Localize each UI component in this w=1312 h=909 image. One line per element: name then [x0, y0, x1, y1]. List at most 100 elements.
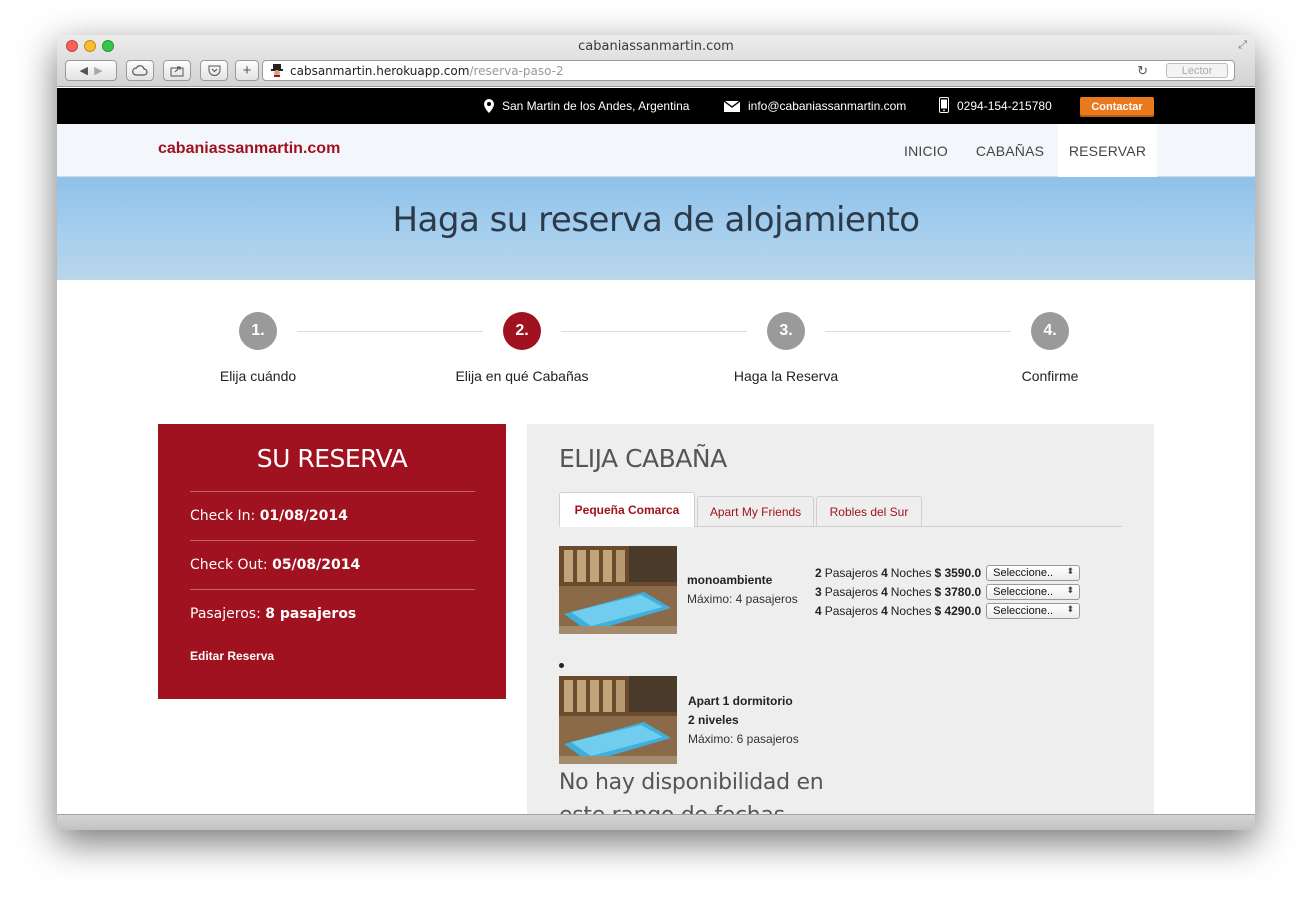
- guests-row: Pasajeros: 8 pasajeros: [190, 589, 475, 622]
- pocket-icon: [208, 65, 220, 76]
- step-4-label: Confirme: [1021, 368, 1079, 384]
- step-1-circle: 1.: [239, 312, 277, 350]
- nights-word: Noches: [890, 565, 932, 580]
- url-path: /reserva-paso-2: [469, 64, 564, 78]
- price-value: $ 4290.0: [934, 603, 982, 618]
- no-availability-message: No hay disponibilidad en este rango de f…: [559, 770, 824, 814]
- reservation-title: SU RESERVA: [256, 444, 408, 473]
- checkin-label: Check In:: [190, 508, 260, 524]
- quantity-select[interactable]: Seleccione..: [986, 564, 1081, 581]
- guests-value: 8 pasajeros: [265, 606, 357, 622]
- room-name: monoambiente: [687, 573, 773, 587]
- page-title: Haga su reserva de alojamiento: [392, 200, 920, 240]
- page-hero: Haga su reserva de alojamiento: [57, 177, 1255, 280]
- checkout-row: Check Out: 05/08/2014: [190, 540, 475, 573]
- guests-count: 4: [815, 603, 822, 618]
- envelope-icon: [724, 100, 740, 112]
- share-button[interactable]: [163, 60, 191, 81]
- back-forward-buttons[interactable]: ◀ ▶: [65, 60, 117, 81]
- reservation-summary: SU RESERVA Check In: 01/08/2014 Check Ou…: [158, 424, 506, 699]
- window-title: cabaniassanmartin.com: [578, 39, 734, 54]
- location-text: San Martin de los Andes, Argentina: [502, 99, 690, 113]
- checkout-label: Check Out:: [190, 557, 273, 573]
- quantity-select[interactable]: Seleccione..: [986, 602, 1081, 619]
- new-tab-button[interactable]: +: [235, 60, 259, 81]
- checkin-value: 01/08/2014: [259, 508, 348, 524]
- panel-title: ELIJA CABAÑA: [559, 444, 727, 473]
- checkin-row: Check In: 01/08/2014: [190, 491, 475, 524]
- share-icon: [170, 66, 184, 76]
- browser-window: cabaniassanmartin.com ⤢ ◀ ▶ + cabsanmart…: [57, 35, 1255, 830]
- edit-reservation-link[interactable]: Editar Reserva: [190, 649, 274, 663]
- room-photo[interactable]: [559, 546, 677, 634]
- step-3-label: Haga la Reserva: [733, 368, 839, 384]
- room-photo[interactable]: [559, 676, 677, 764]
- pocket-button[interactable]: [200, 60, 228, 81]
- room-capacity: Máximo: 6 pasajeros: [688, 732, 799, 746]
- room-capacity: Máximo: 4 pasajeros: [687, 592, 798, 606]
- phone-info: 0294-154-215780: [939, 97, 1052, 113]
- step-4-circle: 4.: [1031, 312, 1069, 350]
- browser-toolbar: cabaniassanmartin.com ⤢ ◀ ▶ + cabsanmart…: [57, 35, 1255, 87]
- nights-word: Noches: [890, 603, 932, 618]
- step-connector: [297, 331, 483, 332]
- nav-cabanas[interactable]: CABAÑAS: [967, 124, 1053, 177]
- location-info: San Martin de los Andes, Argentina: [484, 99, 689, 113]
- guests-count: 3: [815, 584, 822, 599]
- step-2-label: Elija en qué Cabañas: [455, 368, 589, 384]
- room-name: Apart 1 dormitorio 2 niveles: [688, 692, 793, 730]
- address-bar[interactable]: cabsanmartin.herokuapp.com/reserva-paso-…: [262, 60, 1235, 81]
- step-connector: [561, 331, 747, 332]
- contact-button[interactable]: Contactar: [1080, 97, 1154, 117]
- nights-count: 4: [881, 584, 888, 599]
- price-option-row: 3 Pasajeros 4 Noches $ 3780.0 Seleccione..: [815, 582, 1081, 601]
- site-favicon-icon: [271, 64, 283, 77]
- nights-count: 4: [881, 603, 888, 618]
- browser-status-bar: [57, 814, 1255, 830]
- email-info: info@cabaniassanmartin.com: [724, 99, 906, 113]
- email-link[interactable]: info@cabaniassanmartin.com: [748, 99, 906, 113]
- page-viewport: San Martin de los Andes, Argentina info@…: [57, 88, 1255, 814]
- nav-reservar[interactable]: RESERVAR: [1058, 124, 1157, 177]
- location-pin-icon: [484, 99, 494, 113]
- price-value: $ 3780.0: [934, 584, 982, 599]
- tab-apart-my-friends[interactable]: Apart My Friends: [697, 496, 814, 526]
- tab-robles-del-sur[interactable]: Robles del Sur: [816, 496, 922, 526]
- price-option-row: 4 Pasajeros 4 Noches $ 4290.0 Seleccione..: [815, 601, 1081, 620]
- main-navbar: cabaniassanmartin.com INICIO CABAÑAS RES…: [57, 124, 1255, 177]
- cloud-icon: [132, 65, 148, 76]
- step-2-circle: 2.: [503, 312, 541, 350]
- price-option-row: 2 Pasajeros 4 Noches $ 3590.0 Seleccione..: [815, 563, 1081, 582]
- room-name-line: 2 niveles: [688, 713, 739, 727]
- guests-count: 2: [815, 565, 822, 580]
- checkout-value: 05/08/2014: [272, 557, 361, 573]
- guests-word: Pasajeros: [824, 565, 879, 580]
- step-connector: [825, 331, 1011, 332]
- room-name-line: Apart 1 dormitorio: [688, 694, 793, 708]
- url-host: cabsanmartin.herokuapp.com: [290, 64, 470, 78]
- reload-icon[interactable]: ↻: [1137, 63, 1148, 79]
- url-text[interactable]: cabsanmartin.herokuapp.com/reserva-paso-…: [290, 64, 564, 78]
- forward-arrow-icon[interactable]: ▶: [94, 64, 102, 77]
- nav-inicio[interactable]: INICIO: [893, 124, 959, 177]
- step-3-circle: 3.: [767, 312, 805, 350]
- step-1-label: Elija cuándo: [219, 368, 297, 384]
- cabin-selection-panel: ELIJA CABAÑA Pequeña Comarca Apart My Fr…: [527, 424, 1154, 814]
- back-arrow-icon[interactable]: ◀: [79, 64, 87, 77]
- guests-word: Pasajeros: [824, 584, 879, 599]
- icloud-tabs-button[interactable]: [126, 60, 154, 81]
- quantity-select[interactable]: Seleccione..: [986, 583, 1081, 600]
- nights-count: 4: [881, 565, 888, 580]
- nights-word: Noches: [890, 584, 932, 599]
- mobile-phone-icon: [939, 97, 949, 113]
- top-contact-bar: San Martin de los Andes, Argentina info@…: [57, 88, 1255, 124]
- tab-pequena-comarca[interactable]: Pequeña Comarca: [559, 492, 695, 527]
- guests-label: Pasajeros:: [190, 606, 266, 622]
- fullscreen-icon[interactable]: ⤢: [1238, 39, 1247, 52]
- site-logo[interactable]: cabaniassanmartin.com: [158, 140, 340, 158]
- phone-text: 0294-154-215780: [957, 99, 1052, 113]
- price-value: $ 3590.0: [934, 565, 982, 580]
- guests-word: Pasajeros: [824, 603, 879, 618]
- reader-button[interactable]: Lector: [1166, 63, 1228, 78]
- list-bullet: [559, 663, 564, 668]
